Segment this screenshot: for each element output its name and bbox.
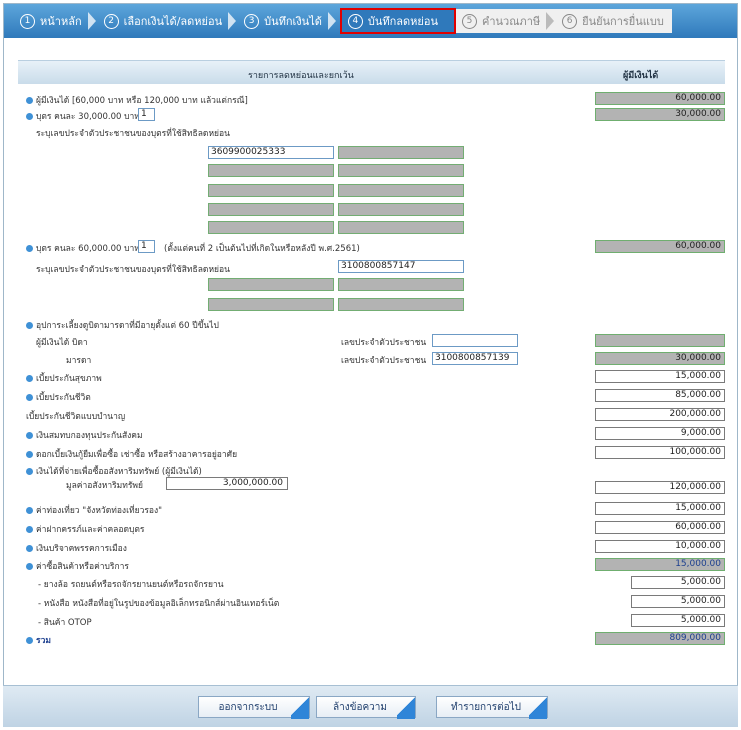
step-record-income[interactable]: 3 บันทึกเงินได้ [238,9,338,33]
child-id-input-1[interactable]: 3609900025333 [208,146,334,159]
next-button[interactable]: ทำรายการต่อไป [436,696,548,719]
child-id-input-8[interactable] [338,203,464,216]
row-mother: มารดา เลขประจำตัวประชาชน 3100800857139 3… [18,352,725,366]
step-arrow-icon [327,12,336,30]
child-id-label: ระบุเลขประจำตัวประชาชนของบุตรที่ใช้สิทธิ… [36,129,230,139]
mother-id-input[interactable]: 3100800857139 [432,352,518,365]
row-total: รวม 809,000.00 [18,632,725,646]
row-child-30000: บุตร คนละ 30,000.00 บาท 1 30,000.00 [18,108,725,122]
row-pension: เบี้ยประกันชีวิตแบบบำนาญ 200,000.00 [18,408,725,422]
property-value-input[interactable]: 3,000,000.00 [166,477,288,490]
bullet-icon [26,526,33,533]
amount-life-input[interactable]: 85,000.00 [595,389,725,402]
bullet-icon [26,468,33,475]
child-count-input[interactable]: 1 [138,108,155,121]
amount-child-60000: 60,000.00 [595,240,725,253]
bullet-icon [26,432,33,439]
child2-id-input-4[interactable] [208,298,334,311]
amount-property-input[interactable]: 120,000.00 [595,481,725,494]
row-otop: - สินค้า OTOP 5,000.00 [18,614,725,628]
clear-button[interactable]: ล้างข้อความ [316,696,416,719]
child2-id-input-5[interactable] [338,298,464,311]
row-tires: - ยางล้อ รถยนต์หรือรถจักรยานยนต์หรือรถจั… [18,576,725,590]
row-parents: อุปการะเลี้ยงดูบิดามารดาที่มีอายุตั้งแต่… [18,317,725,331]
footer-bar: ออกจากระบบ ล้างข้อความ ทำรายการต่อไป [3,685,738,727]
father-id-input[interactable] [432,334,518,347]
child-id-label-2: ระบุเลขประจำตัวประชาชนของบุตรที่ใช้สิทธิ… [36,265,230,275]
child-id-input-10[interactable] [338,221,464,234]
row-child-60000: บุตร คนละ 60,000.00 บาท 1 (ตั้งแต่คนที่ … [18,240,725,254]
amount-prenatal-input[interactable]: 60,000.00 [595,521,725,534]
bullet-icon [26,394,33,401]
amount-pension-input[interactable]: 200,000.00 [595,408,725,421]
row-life: เบี้ยประกันชีวิต 85,000.00 [18,389,725,403]
bullet-icon [26,637,33,644]
step-arrow-icon [87,12,96,30]
child-id-input-6[interactable] [338,184,464,197]
step-calculate-tax: 5 คำนวณภาษี [456,9,557,33]
step-home[interactable]: 1 หน้าหลัก [14,9,98,33]
child2-count-input[interactable]: 1 [138,240,155,253]
row-property: เงินได้ที่จ่ายเพื่อซื้ออสังหาริมทรัพย์ (… [18,463,725,477]
step-arrow-icon [228,12,237,30]
bullet-icon [26,245,33,252]
child-id-input-4[interactable] [338,164,464,177]
amount-goods: 15,000.00 [595,558,725,571]
main-frame: 1 หน้าหลัก 2 เลือกเงินได้/ลดหย่อน 3 บันทึกเ… [3,3,738,727]
amount-party-input[interactable]: 10,000.00 [595,540,725,553]
button-corner-icon [397,697,415,719]
amount-social-input[interactable]: 9,000.00 [595,427,725,440]
amount-tires-input[interactable]: 5,000.00 [631,576,725,589]
child2-id-input-3[interactable] [338,278,464,291]
button-corner-icon [529,697,547,719]
step-navigation: 1 หน้าหลัก 2 เลือกเงินได้/ลดหย่อน 3 บันทึกเ… [4,4,737,38]
amount-mother: 30,000.00 [595,352,725,365]
amount-taxpayer: 60,000.00 [595,92,725,105]
row-taxpayer: ผู้มีเงินได้ [60,000 บาท หรือ 120,000 บา… [18,92,725,106]
child-id-input-2[interactable] [338,146,464,159]
child-id-input-5[interactable] [208,184,334,197]
amount-father [595,334,725,347]
child2-id-input-1[interactable]: 3100800857147 [338,260,464,273]
amount-child-30000: 30,000.00 [595,108,725,121]
row-party-donation: เงินบริจาคพรรคการเมือง 10,000.00 [18,540,725,554]
header-taxpayer: ผู้มีเงินได้ [623,71,659,81]
bullet-icon [26,563,33,570]
button-corner-icon [291,697,309,719]
row-travel: ค่าท่องเที่ยว "จังหวัดท่องเที่ยวรอง" 15,… [18,502,725,516]
step-confirm-submission: 6 ยืนยันการยื่นแบบ [556,9,672,33]
deductions-panel: รายการลดหย่อนและยกเว้น ผู้มีเงินได้ ผู้ม… [18,52,725,662]
row-prenatal: ค่าฝากครรภ์และค่าคลอดบุตร 60,000.00 [18,521,725,535]
header-deductions: รายการลดหย่อนและยกเว้น [248,71,354,81]
row-social-security: เงินสมทบกองทุนประกันสังคม 9,000.00 [18,427,725,441]
row-home-interest: ดอกเบี้ยเงินกู้ยืมเพื่อซื้อ เช่าซื้อ หรื… [18,446,725,460]
amount-travel-input[interactable]: 15,000.00 [595,502,725,515]
bullet-icon [26,507,33,514]
child2-id-input-2[interactable] [208,278,334,291]
step-record-deductions[interactable]: 4 บันทึกลดหย่อน [339,8,456,34]
bullet-icon [26,545,33,552]
bullet-icon [26,322,33,329]
bullet-icon [26,451,33,458]
row-health: เบี้ยประกันสุขภาพ 15,000.00 [18,370,725,384]
bullet-icon [26,113,33,120]
step-arrow-icon [546,12,555,30]
exit-button[interactable]: ออกจากระบบ [198,696,310,719]
child-id-input-3[interactable] [208,164,334,177]
step-select-income[interactable]: 2 เลือกเงินได้/ลดหย่อน [98,9,239,33]
row-property-value: มูลค่าอสังหาริมทรัพย์ 3,000,000.00 120,0… [18,477,725,494]
table-header: รายการลดหย่อนและยกเว้น ผู้มีเงินได้ [18,60,725,84]
bullet-icon [26,375,33,382]
row-father: ผู้มีเงินได้ บิดา เลขประจำตัวประชาชน [18,334,725,348]
amount-otop-input[interactable]: 5,000.00 [631,614,725,627]
child-id-input-9[interactable] [208,221,334,234]
amount-interest-input[interactable]: 100,000.00 [595,446,725,459]
amount-total: 809,000.00 [595,632,725,645]
amount-ebook-input[interactable]: 5,000.00 [631,595,725,608]
amount-health-input[interactable]: 15,000.00 [595,370,725,383]
row-ebook: - หนังสือ หนังสือที่อยู่ในรูปของข้อมูลอิ… [18,595,725,609]
child-id-input-7[interactable] [208,203,334,216]
bullet-icon [26,97,33,104]
row-goods: ค่าซื้อสินค้าหรือค่าบริการ 15,000.00 [18,558,725,572]
